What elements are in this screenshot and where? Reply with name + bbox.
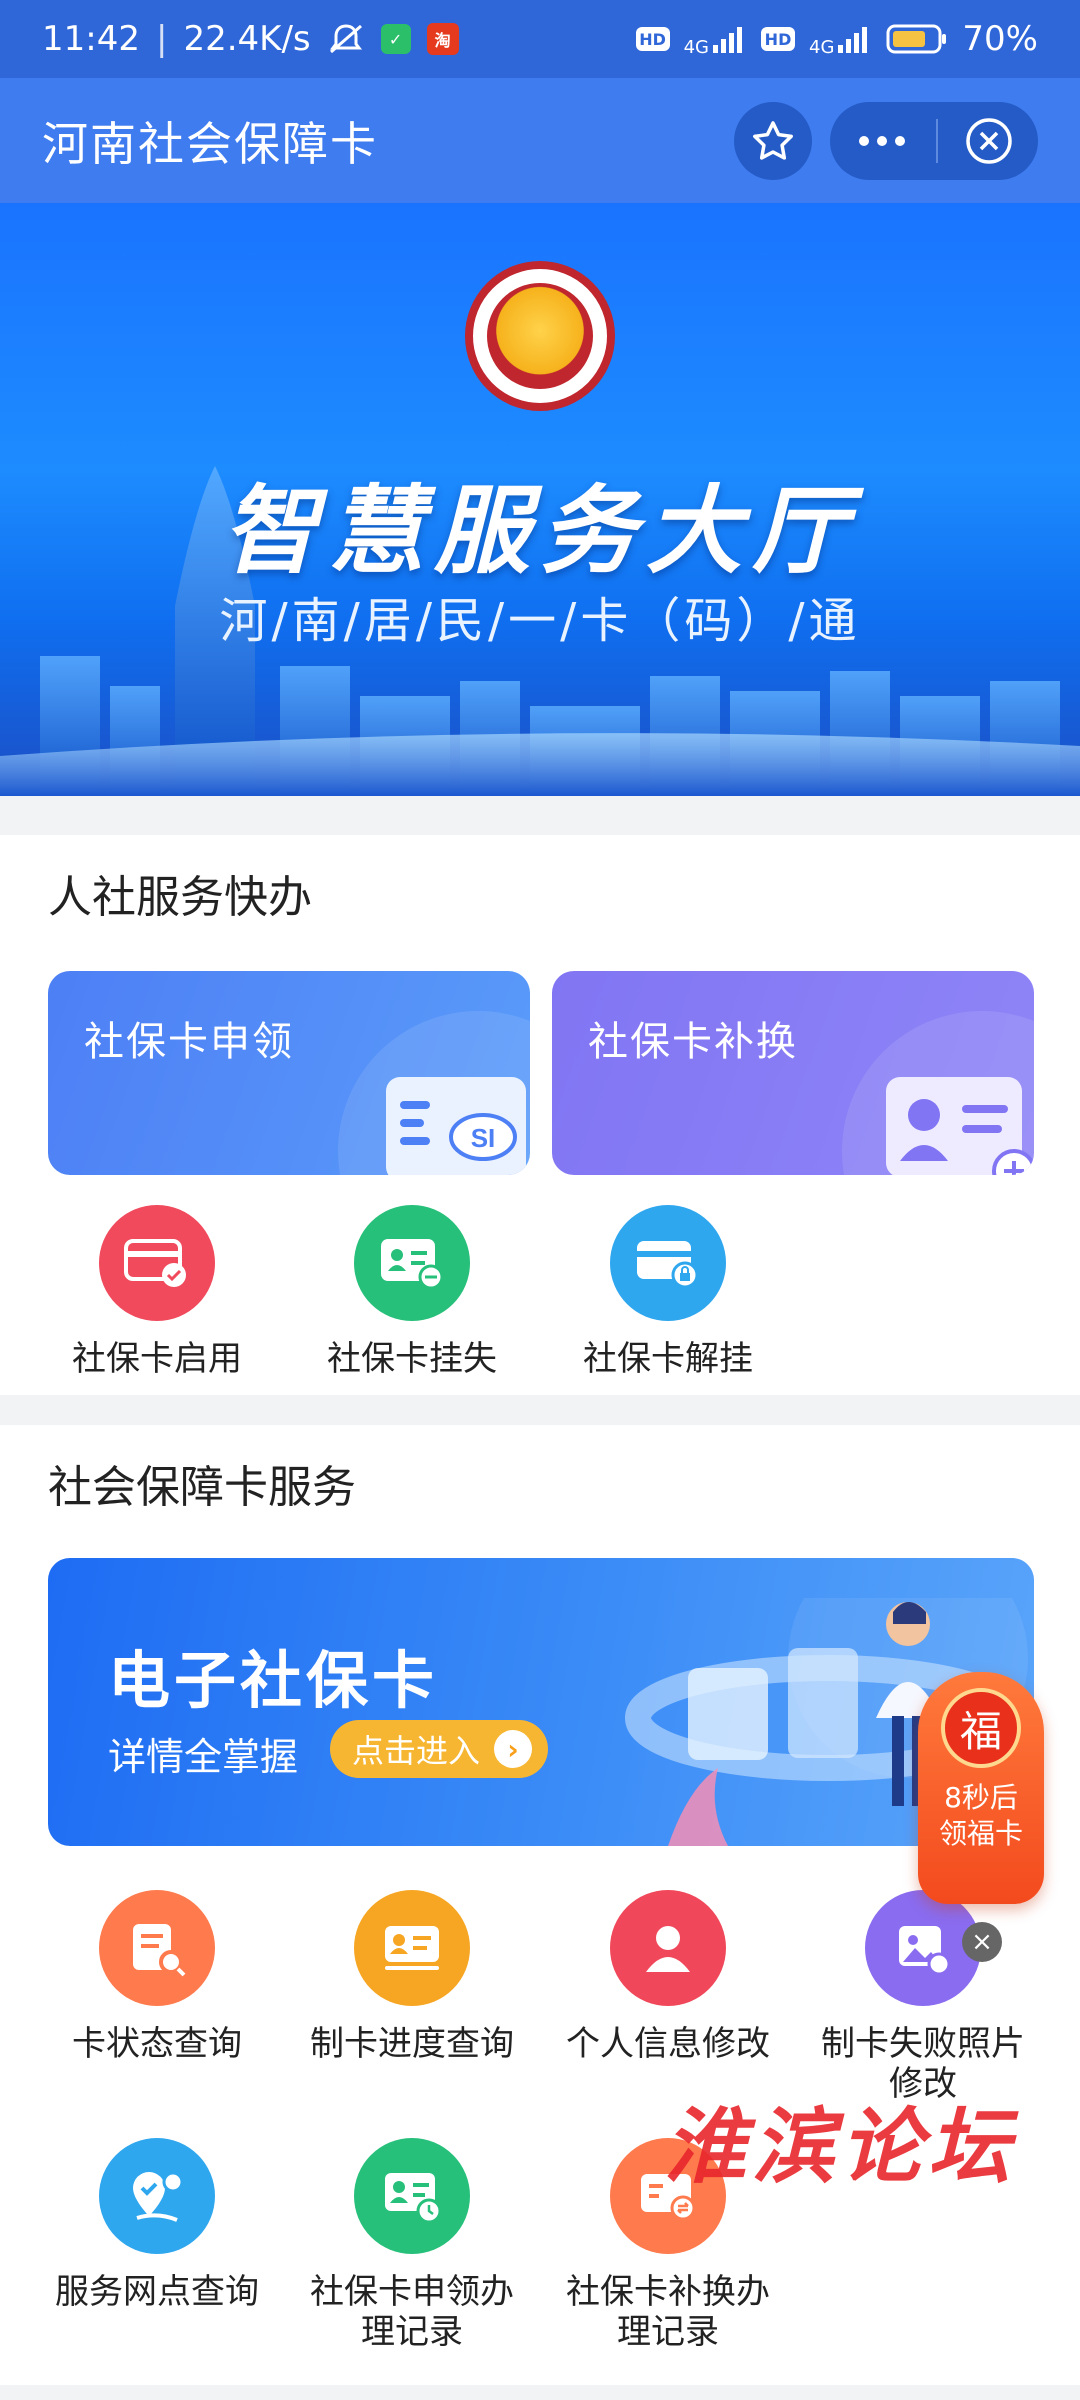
star-icon <box>753 120 793 160</box>
hd-icon-2: HD <box>761 27 796 51</box>
enter-button[interactable]: 点击进入 › <box>330 1720 549 1778</box>
status-divider: | <box>155 19 168 59</box>
personal-info-label: 个人信息修改 <box>566 2024 770 2064</box>
section-title-quick: 人社服务快办 <box>48 872 312 923</box>
hero-subtitle: 河/南/居/民/一/卡（码）/通 <box>219 593 861 649</box>
apply-card-button[interactable]: 社保卡申领 SI <box>48 971 530 1175</box>
report-loss-item[interactable]: 社保卡挂失 <box>284 1205 540 1379</box>
net-label-2: 4G <box>809 37 835 58</box>
id-card-add-icon <box>842 1011 1034 1175</box>
person-icon <box>610 1890 726 2006</box>
service-outlet-item[interactable]: 服务网点查询 <box>29 2138 285 2312</box>
lucky-card-close-button[interactable]: × <box>962 1922 1002 1962</box>
signal-icon <box>713 27 743 53</box>
forum-watermark: 淮滨论坛 <box>664 2099 1016 2195</box>
card-lock-icon <box>610 1205 726 1321</box>
nav-bar: 河南社会保障卡 <box>0 78 1080 203</box>
hero-title: 智慧服务大厅 <box>222 475 858 587</box>
id-progress-icon <box>354 1890 470 2006</box>
e-card-title: 电子社保卡 <box>108 1644 439 1717</box>
signal-icon-2 <box>838 27 868 53</box>
doc-search-icon <box>99 1890 215 2006</box>
unlock-card-label: 社保卡解挂 <box>583 1339 753 1379</box>
lucky-card-float[interactable]: 福 8秒后 领福卡 <box>918 1672 1044 1904</box>
si-card-icon: SI <box>338 1011 530 1175</box>
location-icon <box>99 2138 215 2254</box>
svg-text:SI: SI <box>471 1123 496 1153</box>
replace-card-label: 社保卡补换 <box>588 1019 798 1065</box>
card-progress-item[interactable]: 制卡进度查询 <box>284 1890 540 2064</box>
card-progress-label: 制卡进度查询 <box>310 2024 514 2064</box>
card-status-item[interactable]: 卡状态查询 <box>29 1890 285 2064</box>
card-status-label: 卡状态查询 <box>72 2024 242 2064</box>
mute-icon <box>329 24 362 54</box>
photo-fix-item[interactable]: 制卡失败照片 修改 <box>795 1890 1051 2104</box>
id-card-minus-icon <box>354 1205 470 1321</box>
status-time: 11:42 <box>42 19 140 59</box>
shield-app-icon: ✓ <box>380 24 411 54</box>
id-clock-icon <box>354 2138 470 2254</box>
lucky-card-text: 8秒后 领福卡 <box>938 1781 1023 1850</box>
hd-icon: HD <box>635 27 670 51</box>
report-loss-label: 社保卡挂失 <box>327 1339 497 1379</box>
card-check-icon <box>99 1205 215 1321</box>
enable-card-item[interactable]: 社保卡启用 <box>29 1205 285 1379</box>
apply-card-label: 社保卡申领 <box>84 1019 294 1065</box>
apply-record-label: 社保卡申领办 理记录 <box>310 2272 514 2352</box>
status-bar: 11:42 | 22.4K/s ✓ 淘 HD 4G HD 4G 70% <box>0 0 1080 78</box>
more-icon[interactable] <box>854 131 910 151</box>
section-title-services: 社会保障卡服务 <box>48 1462 356 1513</box>
hero-banner: 智慧服务大厅 河/南/居/民/一/卡（码）/通 <box>0 203 1080 796</box>
service-outlet-label: 服务网点查询 <box>55 2272 259 2312</box>
page-title: 河南社会保障卡 <box>42 116 378 171</box>
e-card-subtitle: 详情全掌握 <box>108 1735 299 1779</box>
enter-button-label: 点击进入 <box>352 1732 481 1770</box>
chevron-right-icon: › <box>494 1730 533 1768</box>
fu-character-icon: 福 <box>941 1688 1021 1768</box>
social-security-logo <box>465 261 615 411</box>
net-label-1: 4G <box>683 37 710 58</box>
personal-info-item[interactable]: 个人信息修改 <box>540 1890 796 2064</box>
replace-card-button[interactable]: 社保卡补换 <box>552 971 1034 1175</box>
enable-card-label: 社保卡启用 <box>72 1339 242 1379</box>
favorite-button[interactable] <box>734 101 812 180</box>
battery-percent: 70% <box>962 19 1038 59</box>
menu-capsule <box>830 101 1038 180</box>
unlock-card-item[interactable]: 社保卡解挂 <box>540 1205 796 1379</box>
status-speed: 22.4K/s <box>183 19 311 59</box>
replace-record-label: 社保卡补换办 理记录 <box>566 2272 770 2352</box>
taobao-app-icon: 淘 <box>426 23 459 55</box>
battery-icon <box>886 24 947 54</box>
close-icon[interactable] <box>964 116 1014 166</box>
e-card-banner[interactable]: 电子社保卡 详情全掌握 点击进入 › <box>48 1558 1034 1846</box>
quick-services-section: 人社服务快办 社保卡申领 SI 社保卡补换 社保卡启用 社保卡挂失 社保卡解挂 <box>0 835 1080 1395</box>
capsule-divider <box>936 118 938 163</box>
apply-record-item[interactable]: 社保卡申领办 理记录 <box>284 2138 540 2352</box>
